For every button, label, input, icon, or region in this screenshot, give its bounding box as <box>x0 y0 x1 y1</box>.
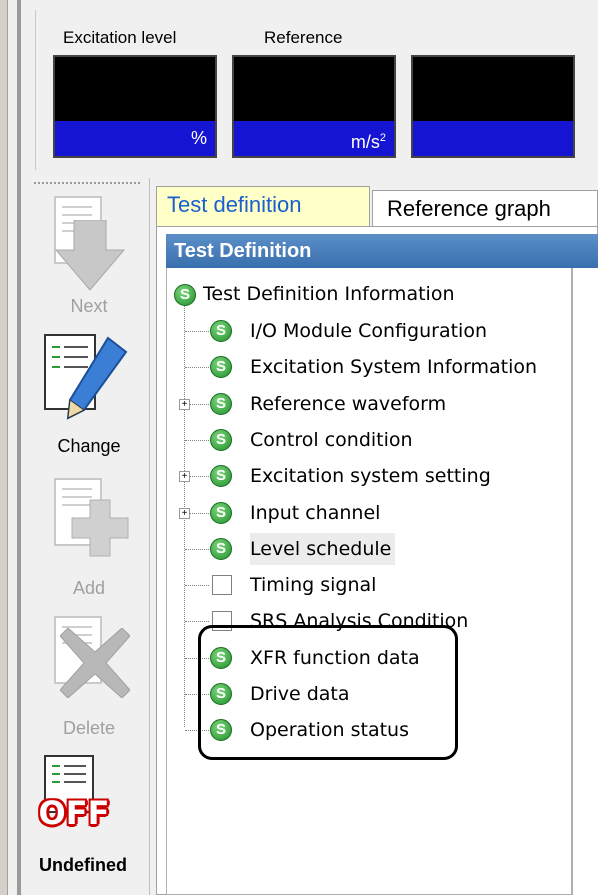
panel-header: Test Definition <box>166 234 598 268</box>
add-button[interactable]: Add <box>34 478 144 608</box>
s-status-icon: S <box>210 356 232 378</box>
expand-toggle-icon[interactable]: + <box>179 508 190 519</box>
undefined-label: Undefined <box>39 855 127 875</box>
operation-toggle-button[interactable]: OFF Undefined <box>34 755 144 890</box>
s-status-icon: S <box>174 284 196 306</box>
excitation-unit: % <box>55 121 215 156</box>
tab-test-definition[interactable]: Test definition <box>156 186 370 226</box>
detail-pane <box>572 268 598 895</box>
tree-connector <box>185 549 209 550</box>
tree-connector <box>185 367 209 368</box>
tree-connector <box>185 331 209 332</box>
third-meter <box>411 55 575 158</box>
third-meter-unit <box>413 121 573 156</box>
empty-checkbox-icon <box>212 575 232 595</box>
tree-item[interactable]: Control condition <box>250 424 413 456</box>
change-button[interactable]: Change <box>34 334 144 464</box>
excitation-level-meter: % <box>53 55 217 158</box>
x-mark-icon <box>60 628 130 698</box>
tree-connector <box>185 585 209 586</box>
window-border <box>0 0 8 895</box>
tree-item[interactable]: Excitation System Information <box>250 351 537 383</box>
s-status-icon: S <box>210 320 232 342</box>
highlight-box <box>198 625 458 760</box>
s-status-icon: S <box>210 538 232 560</box>
next-button[interactable]: Next <box>34 196 144 326</box>
arrow-down-icon <box>54 220 126 291</box>
tree-root[interactable]: Test Definition Information <box>203 278 454 310</box>
window-inner-border <box>17 0 21 895</box>
s-status-icon: S <box>210 465 232 487</box>
s-status-icon: S <box>210 502 232 524</box>
s-status-icon: S <box>210 429 232 451</box>
tree-item[interactable]: Excitation system setting <box>250 460 491 492</box>
tree-connector <box>185 621 209 622</box>
change-label: Change <box>57 436 121 456</box>
next-label: Next <box>70 296 108 316</box>
add-label: Add <box>72 578 106 598</box>
toolbar-grip[interactable] <box>34 182 140 188</box>
tree-item[interactable]: Level schedule <box>250 533 396 565</box>
tree-item[interactable]: I/O Module Configuration <box>250 315 487 347</box>
reference-label: Reference <box>264 28 343 47</box>
plus-icon <box>71 499 129 557</box>
excitation-level-label: Excitation level <box>63 28 177 47</box>
s-status-icon: S <box>210 393 232 415</box>
reference-unit: m/s2 <box>234 121 394 156</box>
pencil-icon <box>66 336 128 420</box>
tree-connector <box>185 440 209 441</box>
reference-meter: m/s2 <box>232 55 396 158</box>
expand-toggle-icon[interactable]: + <box>179 399 190 410</box>
tree-item[interactable]: Input channel <box>250 497 380 529</box>
tree-item[interactable]: Timing signal <box>250 569 376 601</box>
expand-toggle-icon[interactable]: + <box>179 471 190 482</box>
off-badge-icon: OFF <box>38 794 110 832</box>
delete-label: Delete <box>62 718 116 738</box>
tab-reference-graph[interactable]: Reference graph <box>372 190 598 226</box>
delete-button[interactable]: Delete <box>34 616 144 746</box>
tree-item[interactable]: Reference waveform <box>250 388 446 420</box>
